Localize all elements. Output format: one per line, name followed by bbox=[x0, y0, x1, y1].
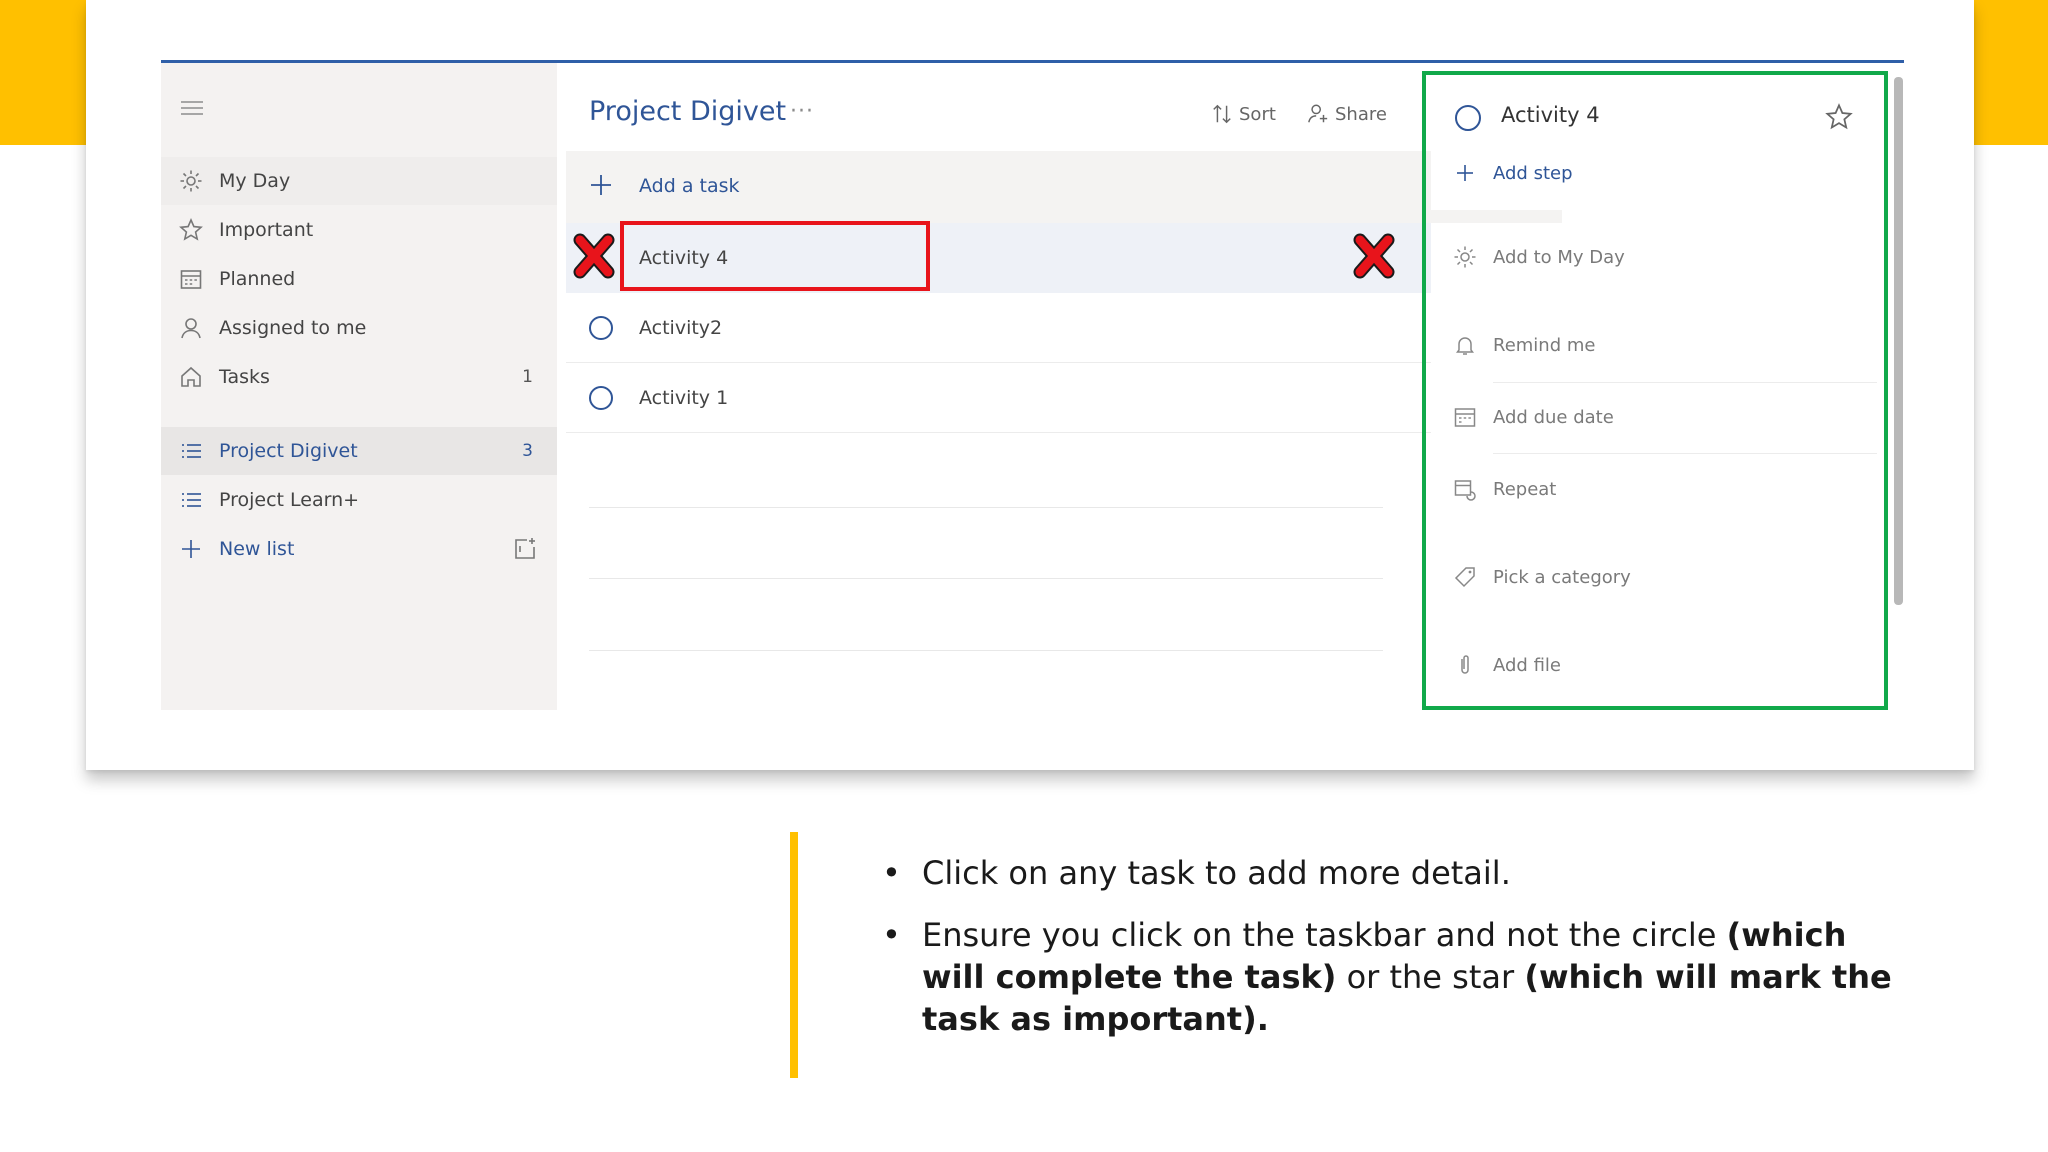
slide: My Day Important Planned Assigned to me … bbox=[0, 0, 2048, 1152]
task-count: 1 bbox=[522, 367, 533, 387]
list-icon bbox=[182, 493, 201, 507]
plus-icon bbox=[182, 540, 200, 558]
task-row-activity-1[interactable]: Activity 1 bbox=[566, 363, 1562, 433]
sidebar-item-tasks[interactable]: Tasks 1 bbox=[161, 353, 557, 401]
sidebar: My Day Important Planned Assigned to me … bbox=[161, 63, 557, 710]
sidebar-item-project-learn[interactable]: Project Learn+ bbox=[161, 476, 557, 524]
list-title: Project Digivet bbox=[589, 96, 787, 127]
sidebar-item-important[interactable]: Important bbox=[161, 206, 557, 254]
add-task-placeholder: Add a task bbox=[639, 175, 740, 197]
list-icon bbox=[182, 444, 201, 458]
instruction-text: or the star bbox=[1336, 958, 1525, 996]
sidebar-item-label: Planned bbox=[219, 268, 296, 290]
sort-icon bbox=[1213, 104, 1231, 124]
accent-bar-right bbox=[1962, 0, 2048, 145]
complete-circle-icon[interactable] bbox=[589, 316, 613, 340]
star-icon bbox=[179, 218, 203, 241]
detail-panel-highlight bbox=[1422, 71, 1888, 710]
sidebar-item-label: My Day bbox=[219, 170, 291, 192]
sidebar-item-assigned[interactable]: Assigned to me bbox=[161, 304, 557, 352]
calendar-icon bbox=[180, 270, 202, 289]
sidebar-item-label: Important bbox=[219, 219, 314, 241]
plus-icon bbox=[591, 175, 611, 195]
sidebar-item-label: Tasks bbox=[219, 366, 270, 388]
list-count: 3 bbox=[522, 441, 533, 461]
sidebar-item-label: Assigned to me bbox=[219, 317, 367, 339]
task-list-panel: Project Digivet ··· Sort Share Add a tas… bbox=[566, 63, 1562, 710]
detail-scrollbar[interactable] bbox=[1894, 77, 1903, 605]
task-bar-highlight bbox=[620, 221, 930, 291]
sort-label: Sort bbox=[1239, 103, 1276, 125]
complete-circle-icon[interactable] bbox=[589, 386, 613, 410]
sidebar-item-planned[interactable]: Planned bbox=[161, 255, 557, 303]
new-list-button[interactable]: New list bbox=[161, 525, 557, 573]
more-options-button[interactable]: ··· bbox=[790, 99, 814, 124]
sidebar-item-my-day[interactable]: My Day bbox=[161, 157, 557, 205]
sidebar-item-label: Project Digivet bbox=[219, 440, 358, 462]
accent-divider bbox=[790, 832, 798, 1078]
instructions: Click on any task to add more detail. En… bbox=[878, 852, 1898, 1060]
cross-mark-icon bbox=[573, 233, 615, 279]
sidebar-item-project-digivet[interactable]: Project Digivet 3 bbox=[161, 427, 557, 475]
instruction-bullet: Click on any task to add more detail. bbox=[878, 852, 1898, 894]
empty-row-divider bbox=[589, 578, 1383, 579]
new-group-icon[interactable] bbox=[513, 537, 537, 561]
task-title: Activity 1 bbox=[639, 387, 729, 409]
cross-mark-icon bbox=[1353, 233, 1395, 279]
person-icon bbox=[181, 318, 201, 339]
task-row-activity2[interactable]: Activity2 bbox=[566, 293, 1562, 363]
task-title: Activity2 bbox=[639, 317, 723, 339]
share-person-icon bbox=[1308, 104, 1328, 123]
sort-button[interactable]: Sort bbox=[1211, 103, 1276, 125]
sidebar-item-label: Project Learn+ bbox=[219, 489, 360, 511]
instruction-text: Click on any task to add more detail. bbox=[922, 854, 1511, 892]
new-list-label: New list bbox=[219, 538, 295, 560]
empty-row-divider bbox=[589, 507, 1383, 508]
instruction-bullet: Ensure you click on the taskbar and not … bbox=[878, 914, 1898, 1040]
add-task-input[interactable]: Add a task bbox=[566, 151, 1562, 223]
hamburger-icon[interactable] bbox=[181, 101, 203, 115]
share-button[interactable]: Share bbox=[1307, 103, 1387, 125]
instruction-text: Ensure you click on the taskbar and not … bbox=[922, 916, 1727, 954]
sun-icon bbox=[180, 170, 202, 192]
home-icon bbox=[181, 366, 201, 387]
accent-bar-left bbox=[0, 0, 86, 145]
share-label: Share bbox=[1335, 103, 1387, 125]
empty-row-divider bbox=[589, 650, 1383, 651]
